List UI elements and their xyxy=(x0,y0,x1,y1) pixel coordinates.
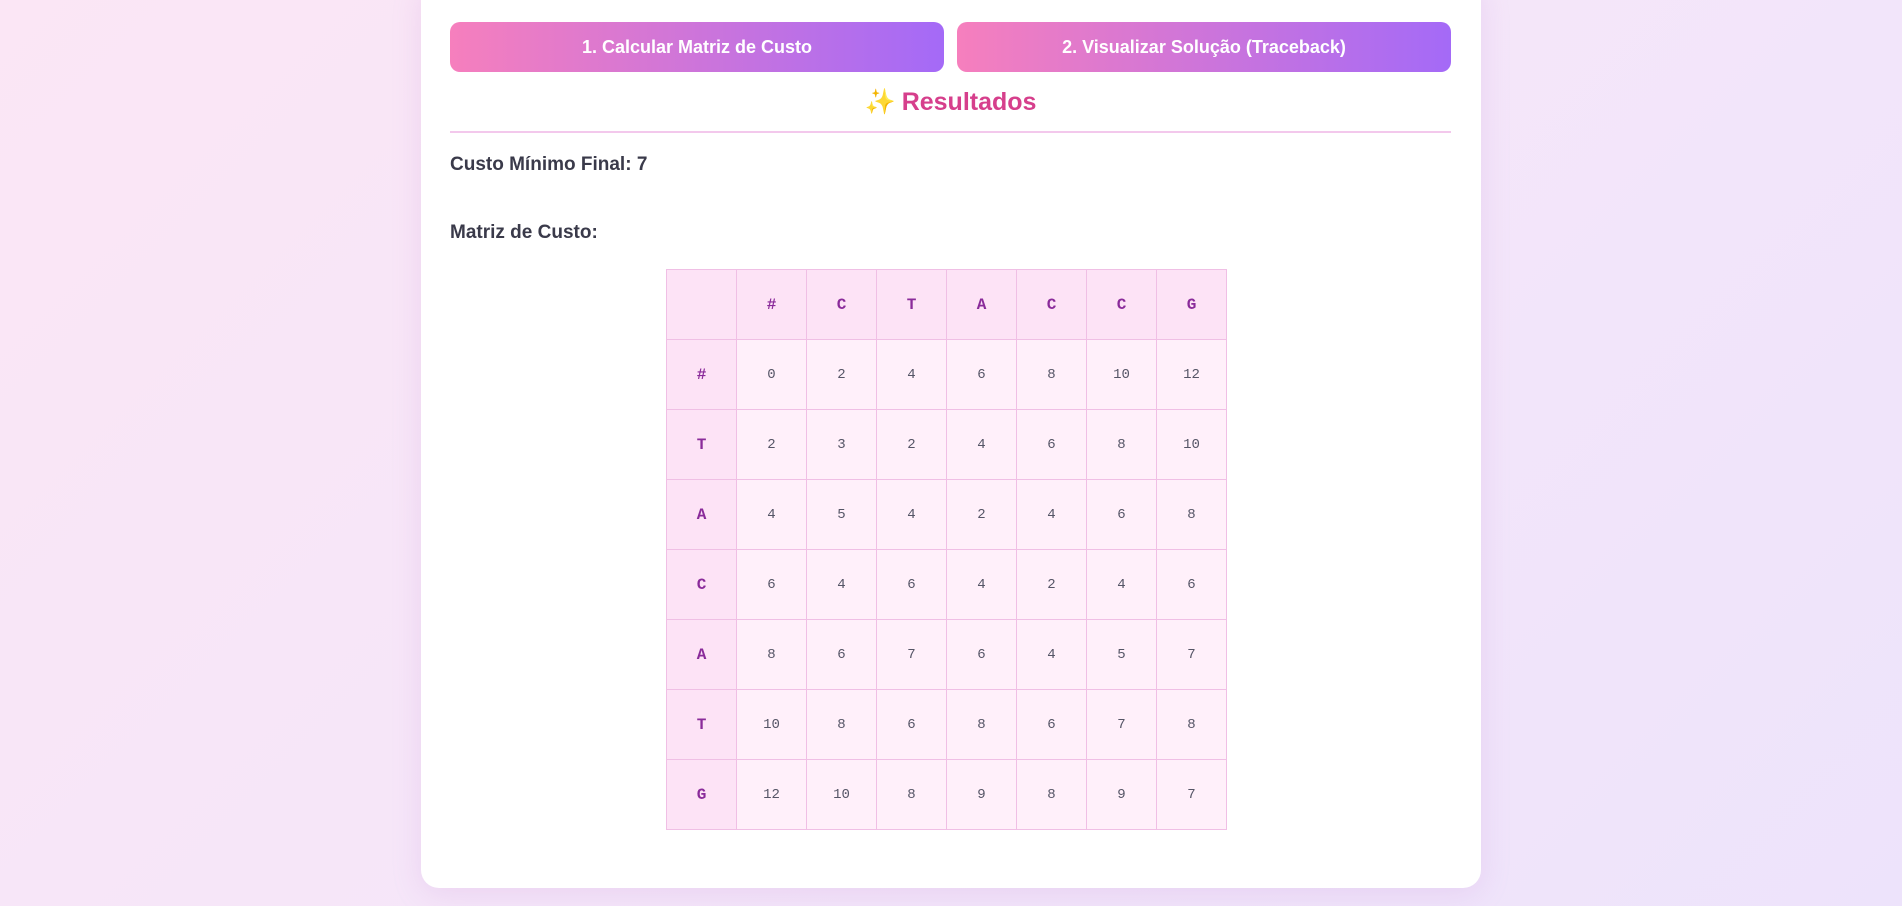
matrix-cell: 6 xyxy=(1086,479,1157,550)
matrix-header-row: # C T A C C G xyxy=(666,269,1227,340)
matrix-cell: 12 xyxy=(1156,339,1227,410)
matrix-cell: 6 xyxy=(876,689,947,760)
final-cost-text: Custo Mínimo Final: 7 xyxy=(450,154,648,175)
matrix-col-header: C xyxy=(1086,269,1157,340)
matrix-cell: 2 xyxy=(876,409,947,480)
matrix-row-header: C xyxy=(666,549,737,620)
matrix-cell: 6 xyxy=(1156,549,1227,620)
matrix-col-header: A xyxy=(946,269,1017,340)
matrix-col-header: T xyxy=(876,269,947,340)
matrix-cell: 10 xyxy=(736,689,807,760)
matrix-cell: 2 xyxy=(1016,549,1087,620)
matrix-cell: 10 xyxy=(806,759,877,830)
matrix-cell: 8 xyxy=(1016,339,1087,410)
matrix-cell: 6 xyxy=(806,619,877,690)
matrix-cell: 10 xyxy=(1086,339,1157,410)
matrix-cell: 8 xyxy=(1156,479,1227,550)
matrix-cell: 12 xyxy=(736,759,807,830)
matrix-cell: 2 xyxy=(946,479,1017,550)
matrix-cell: 6 xyxy=(946,339,1017,410)
matrix-cell: 4 xyxy=(946,549,1017,620)
matrix-cell: 8 xyxy=(876,759,947,830)
matrix-cell: 6 xyxy=(1016,689,1087,760)
results-heading: ✨ Resultados xyxy=(450,84,1451,120)
matrix-cell: 8 xyxy=(946,689,1017,760)
calculate-matrix-button[interactable]: 1. Calcular Matriz de Custo xyxy=(450,22,944,72)
matrix-cell: 4 xyxy=(876,479,947,550)
matrix-cell: 8 xyxy=(736,619,807,690)
matrix-col-header: C xyxy=(1016,269,1087,340)
matrix-col-header: G xyxy=(1156,269,1227,340)
matrix-row-header: A xyxy=(666,619,737,690)
matrix-cell: 4 xyxy=(876,339,947,410)
matrix-cell: 4 xyxy=(1016,479,1087,550)
matrix-cell: 7 xyxy=(1156,759,1227,830)
matrix-cell: 6 xyxy=(1016,409,1087,480)
sparkles-icon: ✨ xyxy=(864,88,896,116)
matrix-cell: 6 xyxy=(736,549,807,620)
matrix-row-header: T xyxy=(666,409,737,480)
matrix-cell: 4 xyxy=(736,479,807,550)
matrix-col-header: # xyxy=(736,269,807,340)
matrix-row-header: A xyxy=(666,479,737,550)
matrix-cell: 2 xyxy=(736,409,807,480)
matrix-cell: 5 xyxy=(1086,619,1157,690)
matrix-cell: 8 xyxy=(1086,409,1157,480)
matrix-row: T 2 3 2 4 6 8 10 xyxy=(666,409,1227,480)
matrix-col-header: C xyxy=(806,269,877,340)
matrix-cell: 8 xyxy=(806,689,877,760)
matrix-cell: 4 xyxy=(1016,619,1087,690)
matrix-row: G 12 10 8 9 8 9 7 xyxy=(666,759,1227,830)
matrix-cell: 6 xyxy=(946,619,1017,690)
matrix-row-header: G xyxy=(666,759,737,830)
matrix-row-header: T xyxy=(666,689,737,760)
matrix-corner-cell xyxy=(666,269,737,340)
matrix-cell: 4 xyxy=(1086,549,1157,620)
matrix-cell: 10 xyxy=(1156,409,1227,480)
cost-matrix-table: # C T A C C G # 0 2 4 6 8 10 12 T 2 3 2 … xyxy=(666,269,1227,830)
matrix-row: A 4 5 4 2 4 6 8 xyxy=(666,479,1227,550)
matrix-cell: 7 xyxy=(1156,619,1227,690)
view-traceback-button[interactable]: 2. Visualizar Solução (Traceback) xyxy=(957,22,1451,72)
matrix-cell: 5 xyxy=(806,479,877,550)
matrix-cell: 2 xyxy=(806,339,877,410)
matrix-cell: 0 xyxy=(736,339,807,410)
matrix-row: # 0 2 4 6 8 10 12 xyxy=(666,339,1227,410)
matrix-row-header: # xyxy=(666,339,737,410)
matrix-cell: 6 xyxy=(876,549,947,620)
matrix-cell: 7 xyxy=(1086,689,1157,760)
results-title-text: Resultados xyxy=(901,88,1037,116)
matrix-row: T 10 8 6 8 6 7 8 xyxy=(666,689,1227,760)
matrix-cell: 8 xyxy=(1156,689,1227,760)
matrix-row: A 8 6 7 6 4 5 7 xyxy=(666,619,1227,690)
matrix-label: Matriz de Custo: xyxy=(450,222,598,243)
action-buttons: 1. Calcular Matriz de Custo 2. Visualiza… xyxy=(450,22,1451,72)
divider xyxy=(450,131,1451,133)
matrix-cell: 4 xyxy=(806,549,877,620)
matrix-cell: 3 xyxy=(806,409,877,480)
matrix-cell: 4 xyxy=(946,409,1017,480)
matrix-cell: 7 xyxy=(876,619,947,690)
matrix-row: C 6 4 6 4 2 4 6 xyxy=(666,549,1227,620)
matrix-cell: 9 xyxy=(946,759,1017,830)
results-card: 1. Calcular Matriz de Custo 2. Visualiza… xyxy=(421,0,1481,888)
matrix-cell: 8 xyxy=(1016,759,1087,830)
matrix-cell: 9 xyxy=(1086,759,1157,830)
